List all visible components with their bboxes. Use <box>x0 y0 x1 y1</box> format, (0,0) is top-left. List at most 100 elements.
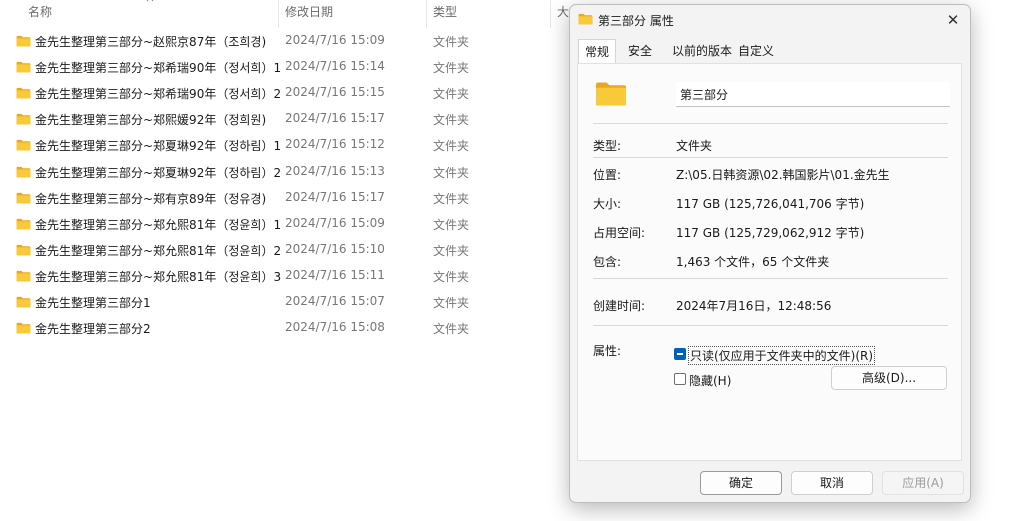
location-label: 位置: <box>593 168 622 182</box>
modified-date: 2024/7/16 15:09 <box>285 33 385 47</box>
readonly-checkbox[interactable] <box>674 348 686 360</box>
folder-row[interactable]: 金先生整理第三部分~郑希瑞90年（정서희）2 2024/7/16 15:15 文件夹 <box>10 81 530 107</box>
folder-icon <box>16 322 31 334</box>
folder-icon <box>595 80 627 107</box>
folder-icon <box>16 113 31 125</box>
item-type: 文件夹 <box>433 217 470 232</box>
item-type: 文件夹 <box>433 243 470 258</box>
folder-icon <box>16 166 31 178</box>
size-on-disk-label: 占用空间: <box>593 226 646 240</box>
folder-icon <box>578 13 593 25</box>
folder-row[interactable]: 金先生整理第三部分~郑熙媛92年（정희원) 2024/7/16 15:17 文件夹 <box>10 107 530 133</box>
folder-icon <box>16 218 31 230</box>
item-type: 文件夹 <box>433 35 470 49</box>
dialog-title: 第三部分 属性 <box>598 14 674 28</box>
folder-name: 金先生整理第三部分~郑允熙81年（정윤희）2 <box>35 243 282 258</box>
folder-row[interactable]: 金先生整理第三部分~郑允熙81年（정윤희）2 2024/7/16 15:10 文件夹 <box>10 238 530 264</box>
created-value[interactable]: 2024年7月16日，12:48:56 <box>676 297 831 314</box>
contains-value[interactable]: 1,463 个文件，65 个文件夹 <box>676 253 829 270</box>
folder-icon <box>16 61 31 73</box>
contains-label: 包含: <box>593 255 622 269</box>
column-header-name[interactable]: 名称 <box>28 0 52 28</box>
cancel-button[interactable]: 取消 <box>791 471 873 495</box>
ok-button[interactable]: 确定 <box>700 471 782 495</box>
type-label: 类型: <box>593 139 622 153</box>
folder-row[interactable]: 金先生整理第三部分~郑有京89年（정유경) 2024/7/16 15:17 文件夹 <box>10 186 530 212</box>
column-header-type[interactable]: 类型 <box>433 0 457 28</box>
folder-name: 金先生整理第三部分~郑夏琳92年（정하림）1 <box>35 139 282 154</box>
folder-name: 金先生整理第三部分1 <box>35 296 151 310</box>
folder-name: 金先生整理第三部分~郑允熙81年（정윤희）1 <box>35 217 282 232</box>
item-type: 文件夹 <box>433 113 470 128</box>
item-type: 文件夹 <box>433 87 470 102</box>
folder-name: 金先生整理第三部分~郑希瑞90年（정서희）2 <box>35 87 282 102</box>
folder-name: 金先生整理第三部分~赵熙京87年（조희경) <box>35 35 267 49</box>
sort-up-icon <box>146 0 154 2</box>
modified-date: 2024/7/16 15:17 <box>285 189 385 204</box>
folder-icon <box>16 296 31 308</box>
modified-date: 2024/7/16 15:11 <box>285 267 385 282</box>
dialog-titlebar[interactable]: 第三部分 属性 ✕ <box>570 5 970 35</box>
item-type: 文件夹 <box>433 165 470 180</box>
column-separator[interactable] <box>550 0 551 28</box>
general-tab-panel: 类型: 文件夹 位置: Z:\05.日韩资源\02.韩国影片\01.金先生 大小… <box>577 63 962 461</box>
folder-name-input[interactable] <box>676 82 950 107</box>
divider <box>593 325 948 326</box>
folder-row[interactable]: 金先生整理第三部分~郑夏琳92年（정하림）2 2024/7/16 15:13 文件夹 <box>10 160 530 186</box>
item-type: 文件夹 <box>433 139 470 154</box>
folder-row[interactable]: 金先生整理第三部分~郑夏琳92年（정하림）1 2024/7/16 15:12 文件夹 <box>10 133 530 159</box>
folder-row[interactable]: 金先生整理第三部分~郑希瑞90年（정서희）1 2024/7/16 15:14 文件夹 <box>10 55 530 81</box>
folder-name: 金先生整理第三部分~郑夏琳92年（정하림）2 <box>35 165 282 180</box>
folder-row[interactable]: 金先生整理第三部分~赵熙京87年（조희경) 2024/7/16 15:09 文件夹 <box>10 29 530 55</box>
item-type: 文件夹 <box>433 269 470 284</box>
modified-date: 2024/7/16 15:14 <box>285 59 385 74</box>
folder-icon <box>16 87 31 99</box>
divider <box>593 278 948 279</box>
item-type: 文件夹 <box>433 191 470 206</box>
column-separator[interactable] <box>278 0 279 28</box>
size-value[interactable]: 117 GB (125,726,041,706 字节) <box>676 195 864 212</box>
modified-date: 2024/7/16 15:07 <box>285 294 385 308</box>
tab-previous-versions[interactable]: 以前的版本 <box>666 39 738 63</box>
advanced-button[interactable]: 高级(D)... <box>831 366 947 390</box>
folder-row[interactable]: 金先生整理第三部分1 2024/7/16 15:07 文件夹 <box>10 290 530 316</box>
column-header-modified[interactable]: 修改日期 <box>285 0 333 28</box>
created-label: 创建时间: <box>593 299 646 313</box>
folder-icon <box>16 192 31 204</box>
divider <box>593 157 948 158</box>
hidden-checkbox[interactable] <box>674 373 686 385</box>
modified-date: 2024/7/16 15:15 <box>285 85 385 100</box>
modified-date: 2024/7/16 15:10 <box>285 241 385 256</box>
column-separator[interactable] <box>426 0 427 28</box>
location-value[interactable]: Z:\05.日韩资源\02.韩国影片\01.金先生 <box>676 166 890 183</box>
modified-date: 2024/7/16 15:12 <box>285 137 385 152</box>
folder-row[interactable]: 金先生整理第三部分~郑允熙81年（정윤희）1 2024/7/16 15:09 文件夹 <box>10 212 530 238</box>
modified-date: 2024/7/16 15:08 <box>285 320 385 335</box>
folder-icon <box>16 35 31 47</box>
attributes-label: 属性: <box>593 344 622 358</box>
item-type: 文件夹 <box>433 61 470 76</box>
folder-name: 金先生整理第三部分~郑熙媛92年（정희원) <box>35 113 267 128</box>
hidden-label[interactable]: 隐藏(H) <box>689 372 731 389</box>
tab-security[interactable]: 安全 <box>622 39 658 63</box>
folder-row[interactable]: 金先生整理第三部分2 2024/7/16 15:08 文件夹 <box>10 316 530 342</box>
type-value: 文件夹 <box>676 139 713 153</box>
size-on-disk-value[interactable]: 117 GB (125,729,062,912 字节) <box>676 224 864 241</box>
column-header-size[interactable]: 大 <box>557 0 569 28</box>
folder-name: 金先生整理第三部分~郑希瑞90年（정서희）1 <box>35 61 282 76</box>
size-label: 大小: <box>593 197 622 211</box>
item-type: 文件夹 <box>433 322 470 337</box>
folder-row[interactable]: 金先生整理第三部分~郑允熙81年（정윤희）3 2024/7/16 15:11 文件夹 <box>10 264 530 290</box>
close-icon[interactable]: ✕ <box>940 8 966 32</box>
folder-icon <box>16 139 31 151</box>
folder-name: 金先生整理第三部分~郑允熙81年（정윤희）3 <box>35 269 282 284</box>
item-type: 文件夹 <box>433 296 470 310</box>
readonly-label[interactable]: 只读(仅应用于文件夹中的文件)(R) <box>688 346 876 365</box>
folder-icon <box>16 270 31 282</box>
folder-name: 金先生整理第三部分~郑有京89年（정유경) <box>35 191 267 206</box>
tab-general[interactable]: 常规 <box>578 39 617 63</box>
divider <box>593 123 948 124</box>
apply-button[interactable]: 应用(A) <box>882 471 964 495</box>
folder-name: 金先生整理第三部分2 <box>35 322 151 337</box>
tab-customize[interactable]: 自定义 <box>732 39 780 63</box>
